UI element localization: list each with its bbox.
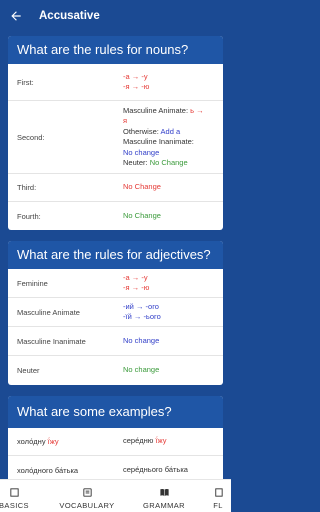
- nav-label: FL: [213, 501, 223, 510]
- adjectives-card: What are the rules for adjectives? Femin…: [8, 241, 223, 385]
- example-row: холо́дного ба́тька серéднього ба́тька: [8, 456, 223, 479]
- scroll-content[interactable]: What are the rules for nouns? First: -а …: [0, 32, 231, 479]
- nouns-row-third: Third: No Change: [8, 174, 223, 202]
- row-label: First:: [17, 77, 34, 87]
- example-word: серéднього: [123, 464, 163, 474]
- nouns-row-fourth: Fourth: No Change: [8, 202, 223, 230]
- row-label: Masculine Animate: [17, 307, 80, 317]
- app-bar: Accusative: [0, 0, 231, 32]
- nav-item-vocabulary[interactable]: VOCABULARY: [52, 480, 122, 512]
- rule-text: Masculine Inanimate:: [123, 137, 194, 146]
- rule-line: No Change: [123, 182, 161, 192]
- arrow-back-icon: [11, 11, 21, 21]
- adjectives-row-masc-inanimate: Masculine Inanimate No change: [8, 327, 223, 356]
- rule-text: No change: [123, 147, 160, 157]
- examples-heading: What are some examples?: [8, 396, 223, 428]
- nav-item-basics[interactable]: BASICS: [0, 480, 36, 512]
- basics-icon: [9, 488, 19, 497]
- grammar-icon: [159, 488, 169, 497]
- rule-text: No Change: [149, 158, 188, 167]
- rule-line: -я → -ю: [123, 82, 150, 91]
- nav-label: GRAMMAR: [143, 501, 185, 510]
- row-label: Neuter: [17, 366, 40, 375]
- bottom-navigation: BASICS VOCABULARY GRAMMAR FL: [0, 479, 231, 512]
- examples-card: What are some examples? холо́дну ї́жу се…: [8, 396, 223, 479]
- rule-line: -а → -у: [123, 272, 148, 282]
- rule-text: Neuter:: [123, 158, 150, 167]
- rule-line: No Change: [123, 210, 161, 220]
- back-button[interactable]: [0, 0, 32, 32]
- nouns-heading: What are the rules for nouns?: [8, 36, 223, 64]
- page-title: Accusative: [39, 10, 100, 22]
- adjectives-row-masc-animate: Masculine Animate -ий → -ого -їй → -ього: [8, 298, 223, 327]
- rule-line: No change: [123, 365, 160, 375]
- rule-text: Masculine Animate:: [123, 105, 191, 115]
- nav-item-flashcards[interactable]: FL: [203, 480, 233, 512]
- example-word: холо́дного: [17, 465, 53, 475]
- rule-text: Otherwise:: [123, 126, 161, 136]
- rule-text: я: [123, 116, 128, 125]
- example-word: серéдню: [123, 436, 154, 446]
- example-word: ба́тька: [52, 465, 79, 475]
- nouns-row-second: Second: Masculine Animate: ь → я Otherwi…: [8, 101, 223, 174]
- example-ending: ї́жу: [153, 436, 167, 446]
- example-word: ба́тька: [162, 464, 188, 474]
- vocabulary-icon: [82, 488, 92, 497]
- row-label: Second:: [17, 132, 45, 142]
- nouns-card: What are the rules for nouns? First: -а …: [8, 36, 223, 230]
- rule-line: -ий → -ого: [123, 301, 159, 311]
- row-label: Fourth:: [17, 211, 41, 221]
- nav-label: BASICS: [0, 501, 29, 510]
- nav-label: VOCABULARY: [59, 501, 115, 510]
- rule-line: No change: [123, 335, 160, 345]
- rule-text: ь →: [190, 105, 204, 115]
- nouns-row-first: First: -а → -у -я → -ю: [8, 64, 223, 101]
- rule-line: -а → -у: [123, 71, 148, 81]
- adjectives-heading: What are the rules for adjectives?: [8, 241, 223, 269]
- nav-item-grammar[interactable]: GRAMMAR: [135, 480, 193, 512]
- example-word: холо́дну: [17, 437, 46, 446]
- row-label: Feminine: [17, 278, 48, 288]
- rule-line: -я → -ю: [123, 283, 150, 292]
- rule-text: Add а: [160, 126, 181, 136]
- flashcards-icon: [214, 488, 223, 497]
- rule-line: -їй → -ього: [123, 312, 161, 321]
- example-ending: ї́жу: [45, 437, 59, 446]
- adjectives-row-feminine: Feminine -а → -у -я → -ю: [8, 269, 223, 298]
- row-label: Third:: [17, 183, 37, 192]
- adjectives-row-neuter: Neuter No change: [8, 356, 223, 385]
- row-label: Masculine Inanimate: [17, 336, 86, 346]
- example-row: холо́дну ї́жу серéдню ї́жу: [8, 428, 223, 456]
